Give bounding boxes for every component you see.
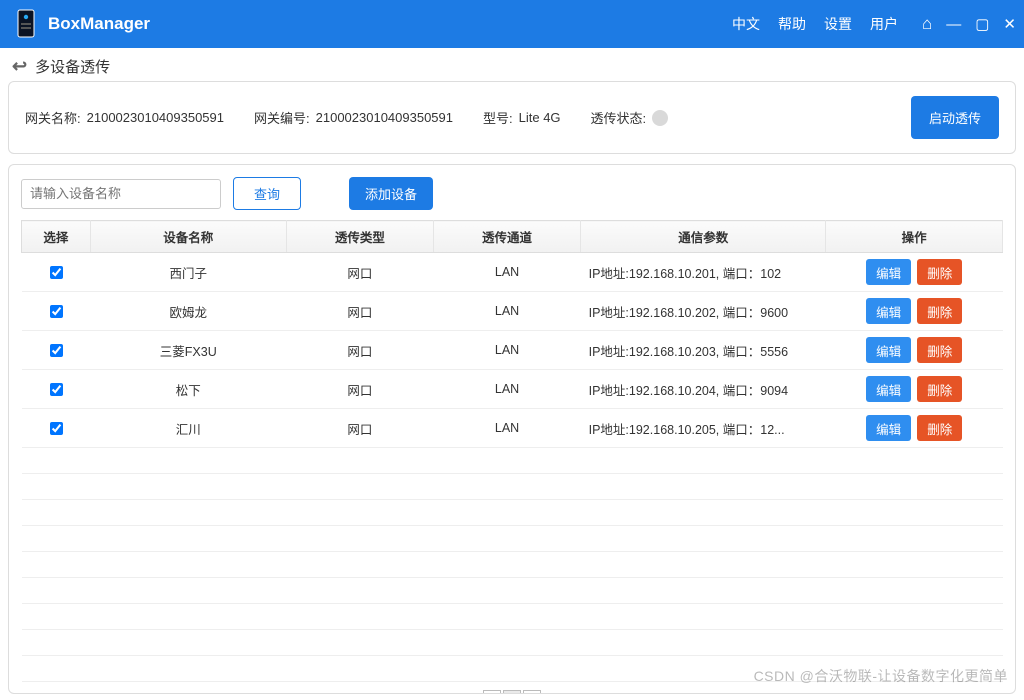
col-params: 通信参数 [581, 221, 826, 253]
row-select-checkbox[interactable] [50, 344, 63, 357]
titlebar: BoxManager 中文 帮助 设置 用户 ⌂ — ▢ ✕ [0, 0, 1024, 48]
cell-channel: LAN [433, 370, 580, 409]
cell-channel: LAN [433, 292, 580, 331]
col-select: 选择 [22, 221, 91, 253]
device-table: 选择 设备名称 透传类型 透传通道 通信参数 操作 西门子网口LANIP地址:1… [21, 220, 1003, 682]
app-logo [12, 8, 40, 40]
edit-button[interactable]: 编辑 [866, 337, 911, 363]
app-name: BoxManager [48, 14, 732, 34]
add-device-button[interactable]: 添加设备 [349, 177, 433, 210]
gateway-status-label: 透传状态: [591, 108, 647, 127]
delete-button[interactable]: 删除 [917, 298, 962, 324]
cell-type: 网口 [286, 292, 433, 331]
table-row-empty [22, 526, 1003, 552]
menu-lang[interactable]: 中文 [732, 14, 760, 34]
row-select-checkbox[interactable] [50, 305, 63, 318]
close-icon[interactable]: ✕ [1003, 15, 1016, 33]
maximize-icon[interactable]: ▢ [975, 15, 989, 33]
edit-button[interactable]: 编辑 [866, 415, 911, 441]
page-header: ↩ 多设备透传 [8, 54, 1016, 81]
home-icon[interactable]: ⌂ [922, 14, 932, 34]
cell-params: IP地址:192.168.10.203, 端口：5556 [581, 331, 826, 370]
cell-name: 欧姆龙 [90, 292, 286, 331]
table-row-empty [22, 500, 1003, 526]
gateway-panel: 网关名称: 2100023010409350591 网关编号: 21000230… [8, 81, 1016, 154]
pagination: ◂ 1 ▸ 1/1 [21, 682, 1003, 694]
cell-name: 汇川 [90, 409, 286, 448]
gateway-model-label: 型号: [483, 108, 513, 127]
col-name: 设备名称 [90, 221, 286, 253]
cell-name: 松下 [90, 370, 286, 409]
main-menu: 中文 帮助 设置 用户 [732, 14, 898, 34]
minimize-icon[interactable]: — [946, 16, 961, 33]
table-row-empty [22, 448, 1003, 474]
gateway-serial-label: 网关编号: [254, 108, 310, 127]
table-row: 欧姆龙网口LANIP地址:192.168.10.202, 端口：9600 编辑删除 [22, 292, 1003, 331]
delete-button[interactable]: 删除 [917, 415, 962, 441]
page-prev-button[interactable]: ◂ [483, 690, 501, 694]
cell-channel: LAN [433, 331, 580, 370]
cell-params: IP地址:192.168.10.205, 端口：12... [581, 409, 826, 448]
cell-name: 三菱FX3U [90, 331, 286, 370]
page-next-button[interactable]: ▸ [523, 690, 541, 694]
col-type: 透传类型 [286, 221, 433, 253]
table-row: 松下网口LANIP地址:192.168.10.204, 端口：9094 编辑删除 [22, 370, 1003, 409]
table-row: 三菱FX3U网口LANIP地址:192.168.10.203, 端口：5556 编… [22, 331, 1003, 370]
delete-button[interactable]: 删除 [917, 376, 962, 402]
row-select-checkbox[interactable] [50, 383, 63, 396]
gateway-name-label: 网关名称: [25, 108, 81, 127]
gateway-name-value: 2100023010409350591 [87, 110, 224, 125]
cell-type: 网口 [286, 409, 433, 448]
back-icon[interactable]: ↩ [12, 56, 27, 77]
menu-settings[interactable]: 设置 [824, 14, 852, 34]
page-title: 多设备透传 [35, 56, 110, 77]
cell-type: 网口 [286, 253, 433, 292]
table-row-empty [22, 578, 1003, 604]
start-transparent-button[interactable]: 启动透传 [911, 96, 999, 139]
col-actions: 操作 [826, 221, 1003, 253]
cell-name: 西门子 [90, 253, 286, 292]
table-row-empty [22, 552, 1003, 578]
table-row-empty [22, 630, 1003, 656]
cell-type: 网口 [286, 331, 433, 370]
cell-params: IP地址:192.168.10.204, 端口：9094 [581, 370, 826, 409]
status-dot-icon [652, 110, 668, 126]
menu-help[interactable]: 帮助 [778, 14, 806, 34]
table-row: 汇川网口LANIP地址:192.168.10.205, 端口：12... 编辑删除 [22, 409, 1003, 448]
gateway-serial-value: 2100023010409350591 [316, 110, 453, 125]
row-select-checkbox[interactable] [50, 266, 63, 279]
cell-params: IP地址:192.168.10.202, 端口：9600 [581, 292, 826, 331]
table-row-empty [22, 604, 1003, 630]
content-panel: 查询 添加设备 选择 设备名称 透传类型 透传通道 通信参数 操作 西门子网口L… [8, 164, 1016, 694]
delete-button[interactable]: 删除 [917, 337, 962, 363]
table-row-empty [22, 656, 1003, 682]
row-select-checkbox[interactable] [50, 422, 63, 435]
edit-button[interactable]: 编辑 [866, 259, 911, 285]
edit-button[interactable]: 编辑 [866, 298, 911, 324]
cell-channel: LAN [433, 253, 580, 292]
search-input[interactable] [21, 179, 221, 209]
table-row-empty [22, 474, 1003, 500]
edit-button[interactable]: 编辑 [866, 376, 911, 402]
page-number-button[interactable]: 1 [503, 690, 521, 694]
table-row: 西门子网口LANIP地址:192.168.10.201, 端口：102 编辑删除 [22, 253, 1003, 292]
cell-params: IP地址:192.168.10.201, 端口：102 [581, 253, 826, 292]
query-button[interactable]: 查询 [233, 177, 301, 210]
col-channel: 透传通道 [433, 221, 580, 253]
gateway-model-value: Lite 4G [519, 110, 561, 125]
toolbar: 查询 添加设备 [21, 177, 1003, 210]
cell-type: 网口 [286, 370, 433, 409]
menu-user[interactable]: 用户 [870, 14, 898, 34]
window-controls: ⌂ — ▢ ✕ [922, 14, 1016, 34]
delete-button[interactable]: 删除 [917, 259, 962, 285]
cell-channel: LAN [433, 409, 580, 448]
